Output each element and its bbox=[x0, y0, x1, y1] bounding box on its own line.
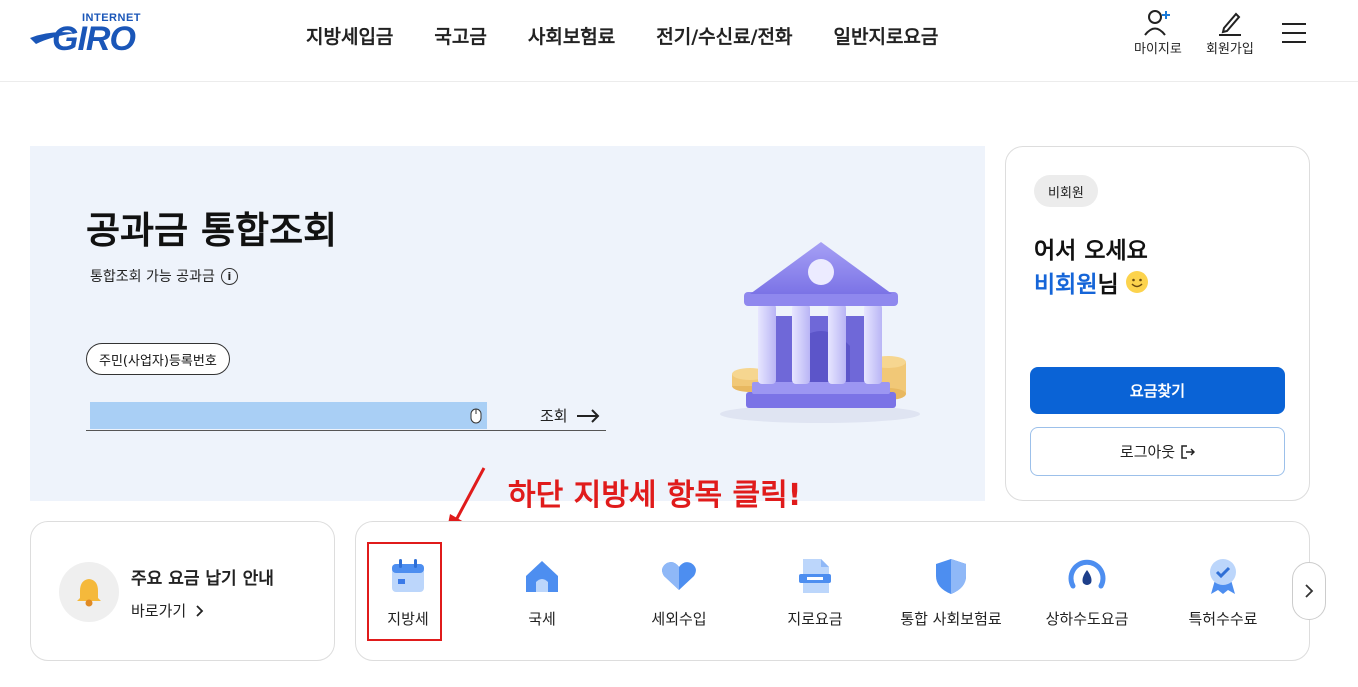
member-status-badge: 비회원 bbox=[1034, 175, 1098, 207]
due-date-notice-card[interactable]: 주요 요금 납기 안내 바로가기 bbox=[30, 521, 335, 661]
greeting-line2: 비회원 님 bbox=[1034, 265, 1149, 299]
notice-link[interactable]: 바로가기 bbox=[131, 600, 204, 621]
logout-label: 로그아웃 bbox=[1119, 443, 1176, 461]
chevron-right-icon bbox=[196, 604, 204, 617]
logout-icon bbox=[1181, 444, 1196, 459]
pencil-icon bbox=[1218, 12, 1241, 36]
find-fee-button[interactable]: 요금찾기 bbox=[1030, 367, 1285, 414]
category-label: 상하수도요금 bbox=[1045, 610, 1129, 628]
category-water-fee[interactable]: 상하수도요금 bbox=[1027, 552, 1147, 642]
logout-button[interactable]: 로그아웃 bbox=[1030, 427, 1285, 476]
category-label: 세외수입 bbox=[651, 610, 707, 628]
search-underline bbox=[86, 430, 606, 431]
main-nav: 지방세입금 국고금 사회보험료 전기/수신료/전화 일반지로요금 bbox=[306, 22, 979, 49]
id-number-input[interactable] bbox=[90, 402, 487, 429]
nav-utilities[interactable]: 전기/수신료/전화 bbox=[656, 22, 792, 49]
arrow-right-icon bbox=[576, 408, 600, 423]
notice-title: 주요 요금 납기 안내 bbox=[131, 569, 274, 589]
local-tax-highlight-box bbox=[367, 542, 442, 641]
category-label: 국세 bbox=[528, 610, 556, 628]
hamburger-icon[interactable] bbox=[1282, 23, 1306, 45]
info-icon[interactable]: i bbox=[220, 267, 238, 285]
bell-icon bbox=[59, 562, 119, 622]
mygiro-label: 마이지로 bbox=[1134, 42, 1182, 57]
signup-button[interactable]: 회원가입 bbox=[1206, 8, 1254, 57]
water-gauge-icon bbox=[1068, 559, 1106, 589]
category-giro-fee[interactable]: 지로요금 bbox=[755, 552, 875, 642]
nav-national-funds[interactable]: 국고금 bbox=[434, 22, 486, 49]
mouse-cursor-icon bbox=[470, 408, 482, 424]
logo-text: GIRO bbox=[52, 20, 136, 58]
carousel-next-button[interactable] bbox=[1292, 562, 1326, 620]
greeting-suffix: 님 bbox=[1097, 272, 1119, 298]
user-add-icon bbox=[1144, 10, 1170, 36]
category-non-tax-revenue[interactable]: 세외수입 bbox=[619, 552, 739, 642]
smile-emoji-icon bbox=[1125, 271, 1148, 293]
hero-search-section: 공과금 통합조회 통합조회 가능 공과금 i 주민(사업자)등록번호 조회 bbox=[30, 146, 985, 501]
category-label: 지로요금 bbox=[787, 610, 843, 628]
document-icon bbox=[799, 559, 831, 593]
hero-subtitle: 통합조회 가능 공과금 i bbox=[90, 266, 238, 286]
notice-link-label: 바로가기 bbox=[131, 602, 187, 620]
payment-category-carousel: 지방세 국세 세외수입 지로요금 통합 사회보험료 상하수도요금 특허수수료 bbox=[355, 521, 1310, 661]
nav-local-tax[interactable]: 지방세입금 bbox=[306, 22, 393, 49]
chevron-right-icon bbox=[1305, 584, 1314, 598]
greeting-line1: 어서 오세요 bbox=[1034, 238, 1148, 264]
heart-icon bbox=[662, 562, 696, 590]
category-label: 특허수수료 bbox=[1188, 610, 1258, 628]
giro-logo[interactable]: INTERNET GIRO bbox=[30, 12, 150, 58]
user-panel: 비회원 어서 오세요 비회원 님 요금찾기 로그아웃 bbox=[1005, 146, 1310, 501]
category-social-insurance[interactable]: 통합 사회보험료 bbox=[891, 552, 1011, 642]
site-header: INTERNET GIRO 지방세입금 국고금 사회보험료 전기/수신료/전화 … bbox=[0, 0, 1358, 82]
greeting-name: 비회원 bbox=[1034, 272, 1098, 298]
nav-social-insurance[interactable]: 사회보험료 bbox=[528, 22, 615, 49]
annotation-text: 하단 지방세 항목 클릭! bbox=[508, 478, 802, 513]
award-icon bbox=[1210, 559, 1236, 594]
house-icon bbox=[526, 561, 558, 592]
category-label: 통합 사회보험료 bbox=[900, 610, 1002, 628]
mygiro-button[interactable]: 마이지로 bbox=[1134, 8, 1182, 57]
signup-label: 회원가입 bbox=[1206, 42, 1254, 57]
id-type-chip[interactable]: 주민(사업자)등록번호 bbox=[86, 343, 230, 375]
hero-title: 공과금 통합조회 bbox=[86, 209, 338, 252]
search-button[interactable]: 조회 bbox=[540, 405, 600, 426]
search-button-label: 조회 bbox=[540, 407, 568, 425]
shield-icon bbox=[936, 559, 966, 594]
category-national-tax[interactable]: 국세 bbox=[482, 552, 602, 642]
category-patent-fee[interactable]: 특허수수료 bbox=[1163, 552, 1283, 642]
bank-building-illustration bbox=[720, 242, 920, 423]
hero-subtitle-text: 통합조회 가능 공과금 bbox=[90, 269, 215, 285]
nav-general-giro[interactable]: 일반지로요금 bbox=[834, 22, 939, 49]
